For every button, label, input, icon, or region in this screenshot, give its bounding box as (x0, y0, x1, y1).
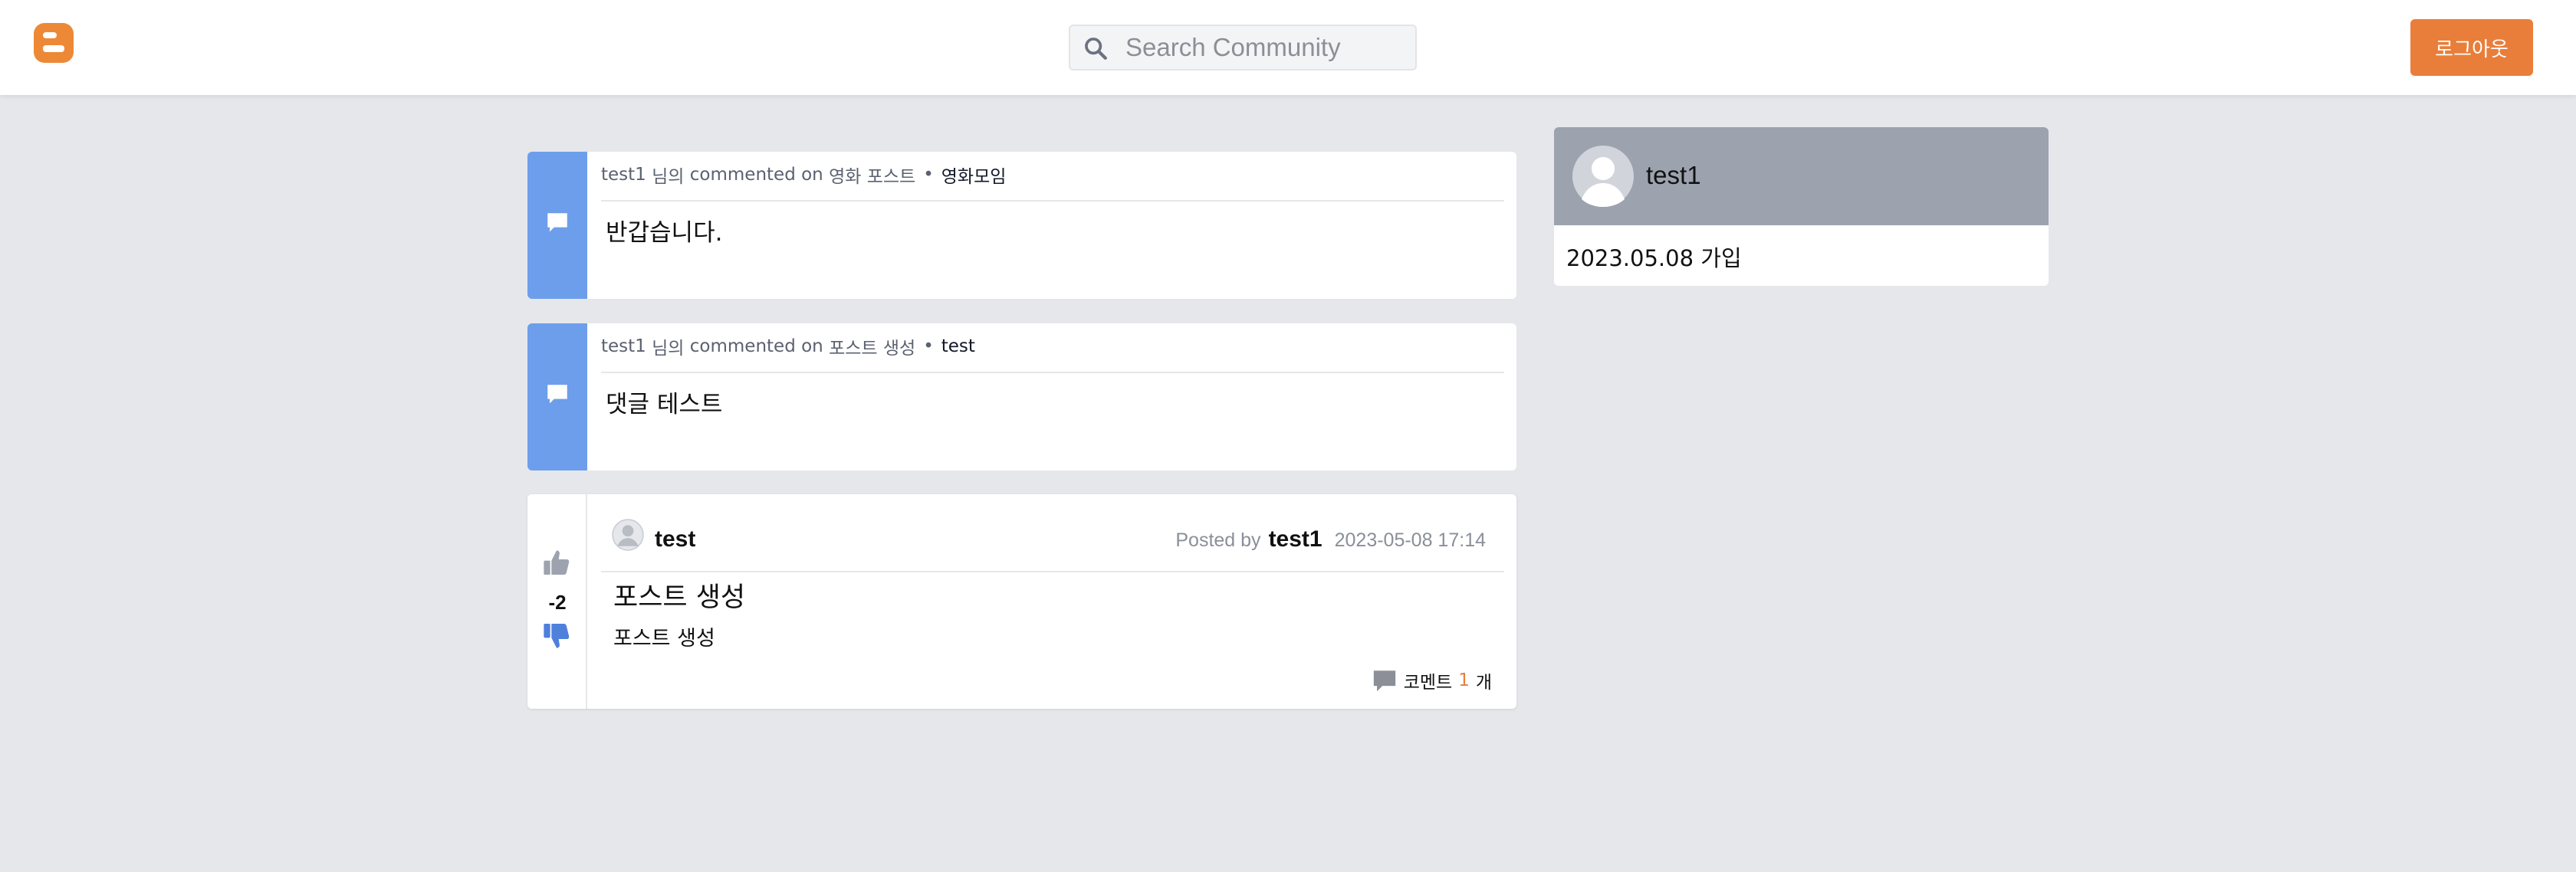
comment-post-link[interactable]: 영화 포스트 (829, 162, 915, 188)
comment-community-link[interactable]: 영화모임 (941, 162, 1007, 188)
comment-bubble-icon (547, 385, 567, 404)
comment-body: 댓글 테스트 (606, 391, 723, 418)
divider (601, 200, 1504, 202)
post-author-link[interactable]: test1 (1269, 526, 1322, 552)
community-avatar-icon (612, 519, 644, 551)
user-avatar-icon (1572, 146, 1634, 207)
posted-info: Posted by test1 2023-05-08 17:14 (1175, 526, 1486, 552)
comment-activity-card[interactable]: test1 님의 commented on 포스트 생성 • test 댓글 테… (527, 323, 1516, 470)
post-card[interactable]: -2 test Posted by test1 2023-05-08 17:14… (527, 494, 1516, 709)
search-box (1069, 25, 1417, 70)
comment-side-strip (527, 152, 587, 299)
posted-by-label: Posted by (1175, 529, 1261, 551)
meta-separator: • (923, 336, 934, 356)
divider (601, 372, 1504, 373)
search-input[interactable] (1125, 26, 1409, 69)
post-title[interactable]: 포스트 생성 (613, 575, 745, 615)
comment-meta: test1 님의 commented on 영화 포스트 • 영화모임 (601, 162, 1006, 187)
divider (601, 571, 1504, 572)
comment-user[interactable]: test1 (601, 165, 646, 185)
comment-post-link[interactable]: 포스트 생성 (829, 333, 915, 359)
comment-count-unit: 개 (1475, 673, 1492, 693)
comment-count-number: 1 (1458, 670, 1470, 690)
thumbs-down-icon[interactable] (541, 620, 572, 651)
thumbs-up-icon[interactable] (541, 548, 572, 579)
comment-side-strip (527, 323, 587, 470)
comment-activity-card[interactable]: test1 님의 commented on 영화 포스트 • 영화모임 반갑습니… (527, 152, 1516, 299)
meta-separator: • (923, 165, 934, 185)
comment-count-link[interactable]: 코멘트 1 개 (1372, 667, 1492, 693)
vote-column: -2 (527, 494, 587, 709)
comment-user-suffix: 님의 (652, 339, 685, 359)
comment-user-suffix: 님의 (652, 167, 685, 187)
comment-community-link[interactable]: test (941, 336, 975, 356)
post-community-link[interactable]: test (655, 526, 695, 552)
comment-bubble-icon (1373, 670, 1395, 692)
comment-bubble-icon (547, 213, 567, 232)
comment-action: commented on (689, 165, 823, 185)
user-profile-card: test1 2023.05.08 가입 (1554, 127, 2049, 286)
blogger-logo-icon[interactable] (34, 23, 74, 63)
logout-button[interactable]: 로그아웃 (2410, 19, 2533, 76)
comment-user[interactable]: test1 (601, 336, 646, 356)
comment-count-label: 코멘트 (1403, 673, 1453, 693)
comment-meta: test1 님의 commented on 포스트 생성 • test (601, 334, 975, 359)
post-body: 포스트 생성 (613, 627, 715, 651)
profile-joined-date: 2023.05.08 가입 (1566, 245, 1742, 271)
search-icon (1085, 38, 1107, 60)
comment-body: 반갑습니다. (606, 219, 723, 247)
top-navbar: 로그아웃 (0, 0, 2576, 95)
comment-action: commented on (689, 336, 823, 356)
profile-username: test1 (1646, 161, 1701, 189)
profile-header: test1 (1554, 127, 2049, 225)
post-date: 2023-05-08 17:14 (1334, 529, 1486, 551)
vote-count: -2 (548, 591, 567, 614)
